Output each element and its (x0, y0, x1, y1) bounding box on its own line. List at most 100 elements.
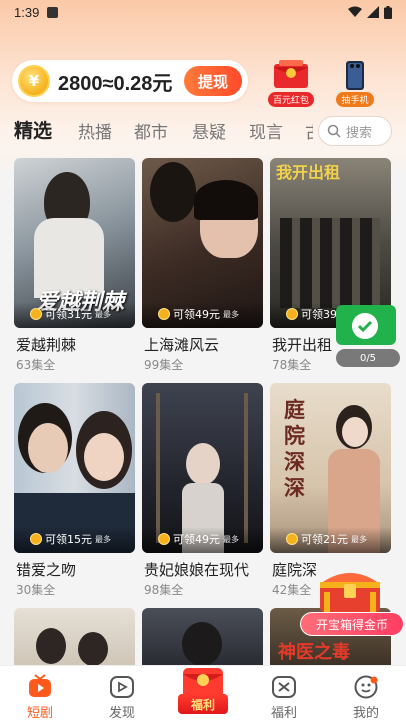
reward-text: 可领21元 (301, 533, 348, 546)
check-icon (352, 313, 378, 339)
drama-title: 我开出租 (272, 336, 333, 354)
poster-figure (186, 443, 220, 485)
drama-title: 上海滩风云 (144, 336, 220, 354)
search-input[interactable]: 搜索 (318, 116, 392, 146)
poster-figure (150, 162, 196, 222)
nav-faxian[interactable]: 发现 (82, 666, 162, 723)
tab-gu[interactable]: 古 (305, 118, 313, 143)
reward-badge: 可领49元 最多 (158, 306, 239, 322)
drama-title: 错爱之吻 (16, 561, 77, 579)
tab-xuanyi[interactable]: 悬疑 (192, 118, 226, 143)
coin-icon (286, 533, 298, 545)
nav-label: 我的 (352, 706, 379, 721)
tv-icon (29, 674, 51, 697)
task-progress-widget[interactable]: 0/5 (336, 305, 400, 367)
drama-episodes: 78集全 (272, 358, 312, 372)
reward-text: 可领39 (301, 308, 337, 321)
tab-jingxuan[interactable]: 精选 (14, 116, 52, 143)
reward-max: 最多 (223, 534, 239, 544)
drama-episodes: 63集全 (16, 358, 56, 372)
poster-title-art: 庭院深深 (284, 398, 305, 500)
promo-phone-draw-label: 抽手机 (336, 92, 374, 107)
status-time: 1:39 (14, 4, 40, 20)
reward-max: 最多 (95, 534, 111, 544)
poster-figure (244, 393, 248, 543)
nav-wode[interactable]: 我的 (326, 666, 406, 723)
drama-poster: 庭院深深 可领21元 最多 (270, 383, 391, 553)
poster-figure (36, 628, 66, 664)
nav-label: 福利 (270, 706, 297, 721)
coin-icon (30, 533, 42, 545)
reward-text: 可领31元 (45, 308, 92, 321)
drama-title: 贵妃娘娘在现代 (144, 561, 250, 579)
search-icon (327, 124, 341, 138)
phone-icon (346, 61, 364, 90)
drama-episodes: 98集全 (144, 583, 184, 597)
tab-dushi[interactable]: 都市 (134, 118, 168, 143)
treasure-chest-icon (320, 573, 380, 612)
reward-text: 可领49元 (173, 308, 220, 321)
task-progress: 0/5 (336, 349, 400, 367)
battery-icon (384, 5, 392, 19)
tab-xianyan[interactable]: 现言 (249, 118, 283, 143)
profile-icon (354, 675, 378, 699)
drama-poster (142, 608, 263, 665)
coin-balance-pill[interactable]: ¥ 2800≈0.28元 提现 (12, 60, 248, 102)
reward-text: 可领49元 (173, 533, 220, 546)
poster-figure (156, 393, 160, 543)
drama-poster: 爱越荆棘 可领31元 最多 (14, 158, 135, 328)
poster-figure (78, 632, 108, 665)
poster-figure (280, 218, 380, 308)
search-placeholder: 搜索 (346, 125, 373, 141)
coin-icon (30, 308, 42, 320)
reward-badge: 可领39 (286, 306, 337, 322)
red-packet-icon (274, 60, 308, 88)
play-icon (110, 676, 134, 698)
drama-title: 爱越荆棘 (16, 336, 77, 354)
coin-icon (158, 308, 170, 320)
promo-red-packet[interactable]: 百元红包 (264, 60, 318, 107)
reward-max: 最多 (223, 309, 239, 319)
signal-icon (367, 6, 379, 18)
reward-text: 可领15元 (45, 533, 92, 546)
poster-figure (84, 433, 124, 481)
reward-badge: 可领49元 最多 (158, 531, 239, 547)
coin-icon (286, 308, 298, 320)
wifi-icon (348, 6, 362, 17)
drama-poster: 可领49元 最多 (142, 158, 263, 328)
reward-badge: 可领31元 最多 (30, 306, 111, 322)
drama-poster: 可领49元 最多 (142, 383, 263, 553)
reward-max: 最多 (95, 309, 111, 319)
drama-poster (14, 608, 135, 665)
reward-badge: 可领21元 最多 (286, 531, 367, 547)
coin-balance-text: 2800≈0.28元 (58, 72, 173, 95)
treasure-chest-widget[interactable]: 开宝箱得金币 (300, 560, 406, 638)
poster-figure (194, 180, 258, 220)
status-icons (348, 5, 392, 19)
status-bar: 1:39 (0, 0, 406, 24)
tab-rebo[interactable]: 热播 (78, 118, 112, 143)
nav-duanju[interactable]: 短剧 (0, 666, 80, 723)
poster-figure (182, 622, 222, 665)
gift-box-icon (272, 676, 296, 698)
poster-title-art: 我开出租 (276, 163, 341, 182)
reward-max: 最多 (351, 534, 367, 544)
withdraw-button[interactable]: 提现 (184, 66, 242, 96)
reward-badge: 可领15元 最多 (30, 531, 111, 547)
notification-icon (47, 6, 59, 18)
task-card (336, 305, 396, 345)
promo-phone-draw[interactable]: 抽手机 (328, 60, 382, 107)
poster-figure (342, 417, 368, 447)
nav-fuli[interactable]: 福利 (244, 666, 324, 723)
drama-episodes: 99集全 (144, 358, 184, 372)
gold-coin-icon: ¥ (18, 65, 50, 97)
nav-fuli-label[interactable]: 福利 (178, 694, 228, 714)
nav-label: 短剧 (26, 706, 53, 721)
coin-icon (158, 533, 170, 545)
nav-label: 发现 (108, 706, 135, 721)
promo-red-packet-label: 百元红包 (267, 92, 314, 107)
drama-poster: 可领15元 最多 (14, 383, 135, 553)
poster-title-art: 神医之毒 (278, 642, 350, 663)
drama-poster: 我开出租 可领39 (270, 158, 391, 328)
open-treasure-button[interactable]: 开宝箱得金币 (300, 612, 404, 636)
